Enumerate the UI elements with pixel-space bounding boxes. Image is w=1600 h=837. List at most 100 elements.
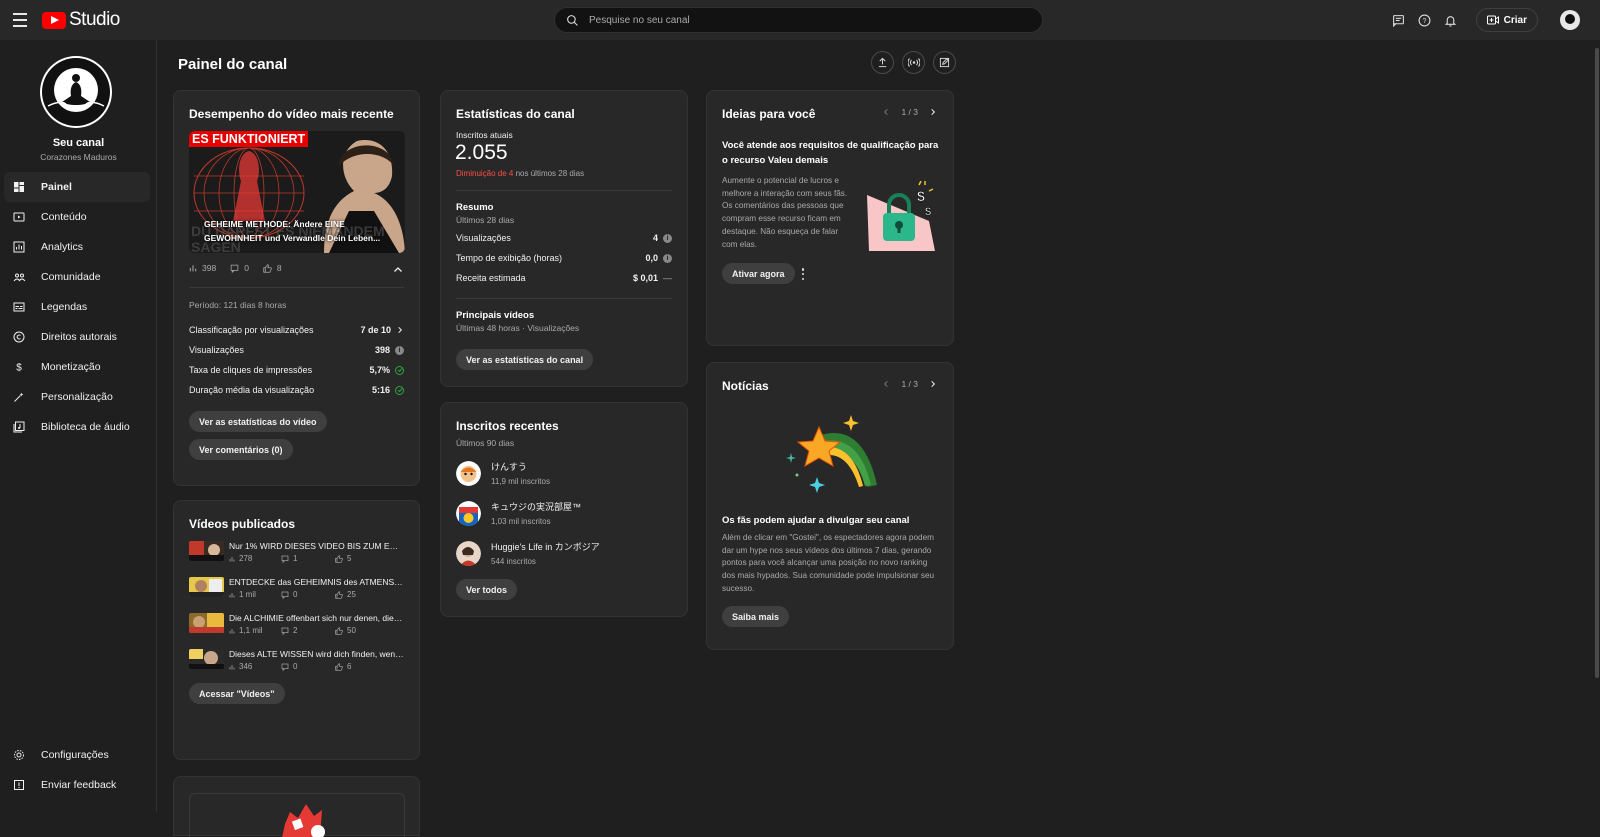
more-options-icon[interactable]: [800, 268, 806, 280]
info-icon[interactable]: i: [663, 253, 672, 263]
live-icon: [907, 58, 920, 67]
sidebar-item-label: Monetização: [41, 361, 101, 373]
collapse-chevron-icon[interactable]: [392, 263, 404, 275]
chevron-left-icon[interactable]: [881, 379, 891, 389]
sidebar-item-personalizacao[interactable]: Personalização: [4, 382, 150, 412]
sidebar-item-painel[interactable]: Painel: [4, 172, 150, 202]
divider: [189, 287, 404, 288]
pager-text: 1 / 3: [901, 379, 918, 389]
info-icon[interactable]: i: [395, 345, 404, 355]
studio-logo[interactable]: Studio: [42, 9, 120, 31]
chevron-left-icon[interactable]: [881, 107, 891, 117]
video-row[interactable]: Nur 1% WIRD DIESES VIDEO BIS ZUM ENDE SE…: [189, 541, 404, 567]
learn-more-button[interactable]: Saiba mais: [722, 606, 790, 627]
chevron-right-icon[interactable]: [928, 379, 938, 389]
row-label: Visualizações: [189, 345, 244, 355]
video-likes: 6: [347, 662, 352, 671]
views-bar-icon: [229, 592, 235, 597]
like-icon: [335, 662, 343, 671]
views-bar-icon: [229, 556, 235, 561]
comment-icon: [281, 555, 289, 563]
search-bar[interactable]: [554, 7, 1043, 33]
upload-icon: [878, 57, 887, 68]
subscriber-item[interactable]: けんすう 11,9 mil inscritos: [456, 459, 550, 487]
go-live-button[interactable]: [902, 51, 925, 74]
video-views: 346: [239, 662, 253, 671]
account-avatar[interactable]: [1560, 10, 1580, 30]
card-title: Estatísticas do canal: [456, 107, 575, 121]
svg-text:$: $: [16, 363, 22, 374]
sidebar-item-biblioteca-audio[interactable]: Biblioteca de áudio: [4, 412, 150, 442]
search-icon: [567, 14, 578, 26]
upload-button[interactable]: [871, 51, 894, 74]
news-card: Notícias 1 / 3 Os fãs podem ajudar a div…: [706, 362, 954, 650]
sidebar-item-comunidade[interactable]: Comunidade: [4, 262, 150, 292]
divider: [456, 298, 672, 299]
video-views: 1 mil: [239, 590, 256, 599]
help-icon[interactable]: ?: [1418, 13, 1432, 27]
subscriber-item[interactable]: キュウジの実況部屋™ 1,03 mil inscritos: [456, 499, 581, 527]
video-comments-button[interactable]: Ver comentários (0): [189, 439, 293, 460]
comment-icon: [281, 663, 289, 671]
views-bar-icon: [229, 664, 235, 669]
subscriber-item[interactable]: Huggie's Life in カンボジア 544 inscritos: [456, 539, 600, 567]
stats-watch-time-row: Tempo de exibição (horas) 0,0 i: [456, 251, 672, 265]
go-to-videos-button[interactable]: Acessar "Vídeos": [189, 683, 285, 704]
sidebar-nav: Painel Conteúdo Analytics Comunidade Leg…: [4, 172, 150, 442]
page-title: Painel do canal: [178, 56, 288, 73]
video-row[interactable]: ENTDECKE das GEHEIMNIS des ATMENS, das .…: [189, 577, 404, 603]
content-icon: [12, 210, 26, 224]
sidebar-item-label: Enviar feedback: [41, 779, 117, 791]
video-likes: 5: [347, 554, 352, 563]
sidebar-item-enviar-feedback[interactable]: Enviar feedback: [4, 770, 150, 800]
scrollbar-thumb[interactable]: [1595, 48, 1599, 678]
latest-video-thumbnail[interactable]: ES FUNKTIONIERT DU DARFST ES NIEMANDEM S…: [189, 131, 405, 253]
info-icon[interactable]: i: [663, 233, 672, 243]
subscriber-avatar: [456, 540, 481, 566]
video-comments: 0: [293, 590, 298, 599]
card-title: Desempenho do vídeo mais recente: [189, 107, 394, 121]
comments-icon[interactable]: [1392, 13, 1406, 27]
activate-now-button[interactable]: Ativar agora: [722, 263, 795, 284]
menu-icon[interactable]: [10, 10, 30, 30]
feedback-icon: [12, 778, 26, 792]
create-label: Criar: [1503, 14, 1527, 26]
video-title: ENTDECKE das GEHEIMNIS des ATMENS, das .…: [229, 577, 404, 587]
video-title: Dieses ALTE WISSEN wird dich finden, wen…: [229, 649, 404, 659]
video-likes: 50: [347, 626, 356, 635]
news-pager: 1 / 3: [881, 379, 938, 389]
comment-icon: [281, 591, 289, 599]
sidebar-item-configuracoes[interactable]: Configurações: [4, 740, 150, 770]
row-label: Taxa de cliques de impressões: [189, 365, 313, 375]
channel-stats-button[interactable]: Ver as estatísticas do canal: [456, 349, 594, 370]
promo-card-partial: [173, 776, 420, 837]
video-comments: 0: [293, 662, 298, 671]
ranking-row[interactable]: Classificação por visualizações 7 de 10: [189, 323, 404, 337]
sidebar-item-analytics[interactable]: Analytics: [4, 232, 150, 262]
top-videos-title: Principais vídeos: [456, 310, 535, 321]
sidebar-item-legendas[interactable]: Legendas: [4, 292, 150, 322]
row-label: Receita estimada: [456, 273, 526, 283]
channel-avatar[interactable]: [40, 56, 112, 128]
chevron-right-icon[interactable]: [928, 107, 938, 117]
sidebar-item-monetizacao[interactable]: $ Monetização: [4, 352, 150, 382]
video-row[interactable]: Die ALCHIMIE offenbart sich nur denen, d…: [189, 613, 404, 639]
sidebar-item-direitos-autorais[interactable]: Direitos autorais: [4, 322, 150, 352]
video-comments: 2: [293, 626, 298, 635]
magic-wand-icon: [12, 390, 26, 404]
sidebar-item-conteudo[interactable]: Conteúdo: [4, 202, 150, 232]
community-icon: [12, 270, 26, 284]
notifications-bell-icon[interactable]: [1444, 13, 1458, 27]
search-input[interactable]: [589, 14, 1009, 26]
main-content: Painel do canal Desempenho do vídeo mais…: [157, 40, 1600, 837]
video-stats-button[interactable]: Ver as estatísticas do vídeo: [189, 411, 327, 432]
page-scrollbar[interactable]: [1594, 40, 1600, 812]
create-button[interactable]: Criar: [1475, 8, 1538, 32]
create-post-button[interactable]: [933, 51, 956, 74]
row-value: 0,0: [645, 253, 658, 263]
row-value: 398: [374, 345, 390, 355]
video-row[interactable]: Dieses ALTE WISSEN wird dich finden, wen…: [189, 649, 404, 675]
row-label: Duração média da visualização: [189, 385, 315, 395]
view-all-subscribers-button[interactable]: Ver todos: [456, 579, 518, 600]
video-title: Nur 1% WIRD DIESES VIDEO BIS ZUM ENDE SE…: [229, 541, 404, 551]
